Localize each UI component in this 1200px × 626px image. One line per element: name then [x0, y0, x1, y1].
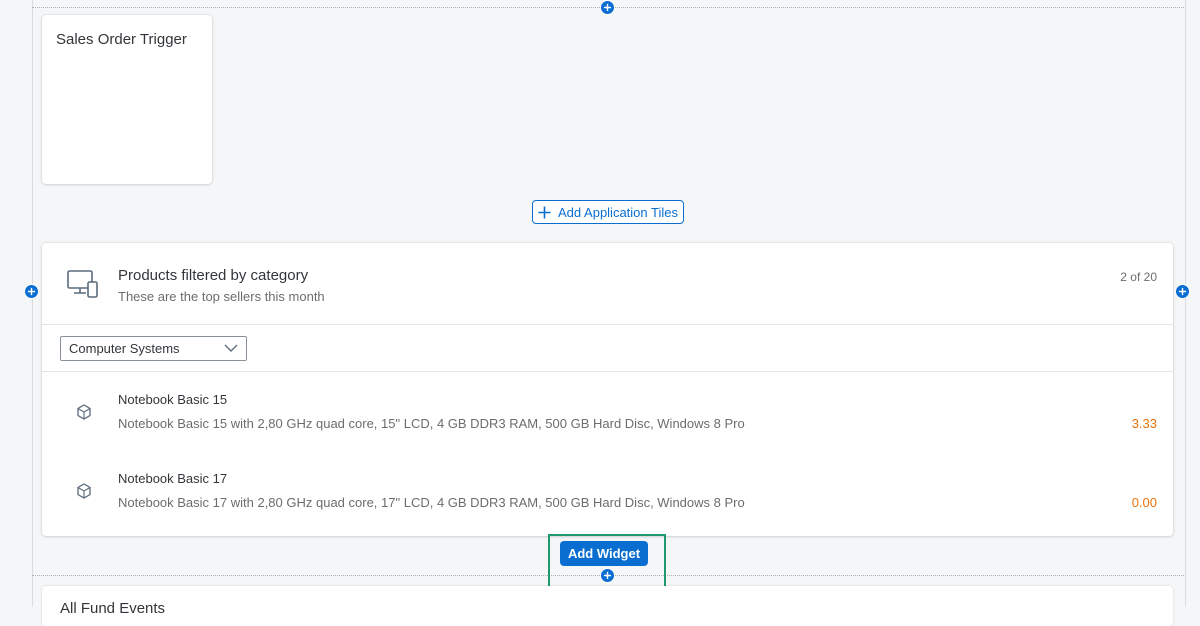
category-select-value: Computer Systems [69, 341, 180, 356]
category-select[interactable]: Computer Systems [60, 336, 247, 361]
add-widget-button[interactable]: Add Widget [560, 541, 648, 566]
card-header[interactable]: Products filtered by category These are … [42, 243, 1173, 325]
next-widget-card[interactable]: All Fund Events [42, 586, 1173, 626]
app-tile-sales-order-trigger[interactable]: Sales Order Trigger [42, 15, 212, 184]
add-section-top-icon[interactable] [600, 0, 615, 15]
card-subtitle: These are the top sellers this month [118, 289, 325, 304]
next-card-title: All Fund Events [60, 600, 166, 617]
chevron-down-icon [224, 344, 238, 352]
product-name: Notebook Basic 15 [118, 392, 228, 407]
product-description: Notebook Basic 15 with 2,80 GHz quad cor… [118, 416, 745, 431]
item-count: 2 of 20 [1120, 270, 1157, 284]
add-widget-left-icon[interactable] [24, 284, 39, 299]
product-name: Notebook Basic 17 [118, 471, 228, 486]
list-item[interactable]: Notebook Basic 15 Notebook Basic 15 with… [42, 379, 1173, 457]
tile-title: Sales Order Trigger [56, 31, 187, 48]
product-cube-icon [77, 483, 91, 499]
plus-icon [538, 206, 551, 218]
filter-row: Computer Systems [42, 325, 1173, 372]
add-application-tiles-button[interactable]: Add Application Tiles [532, 200, 684, 224]
devices-icon [67, 270, 98, 298]
add-widget-right-icon[interactable] [1175, 284, 1190, 299]
add-section-bottom-icon[interactable] [600, 568, 615, 583]
products-widget-card: Products filtered by category These are … [42, 243, 1173, 536]
product-value: 3.33 [1131, 416, 1157, 431]
product-value: 0.00 [1131, 495, 1157, 510]
card-title: Products filtered by category [118, 267, 309, 284]
product-cube-icon [77, 404, 91, 420]
list-item[interactable]: Notebook Basic 17 Notebook Basic 17 with… [42, 458, 1173, 536]
product-description: Notebook Basic 17 with 2,80 GHz quad cor… [118, 495, 745, 510]
add-application-tiles-label: Add Application Tiles [558, 204, 678, 220]
